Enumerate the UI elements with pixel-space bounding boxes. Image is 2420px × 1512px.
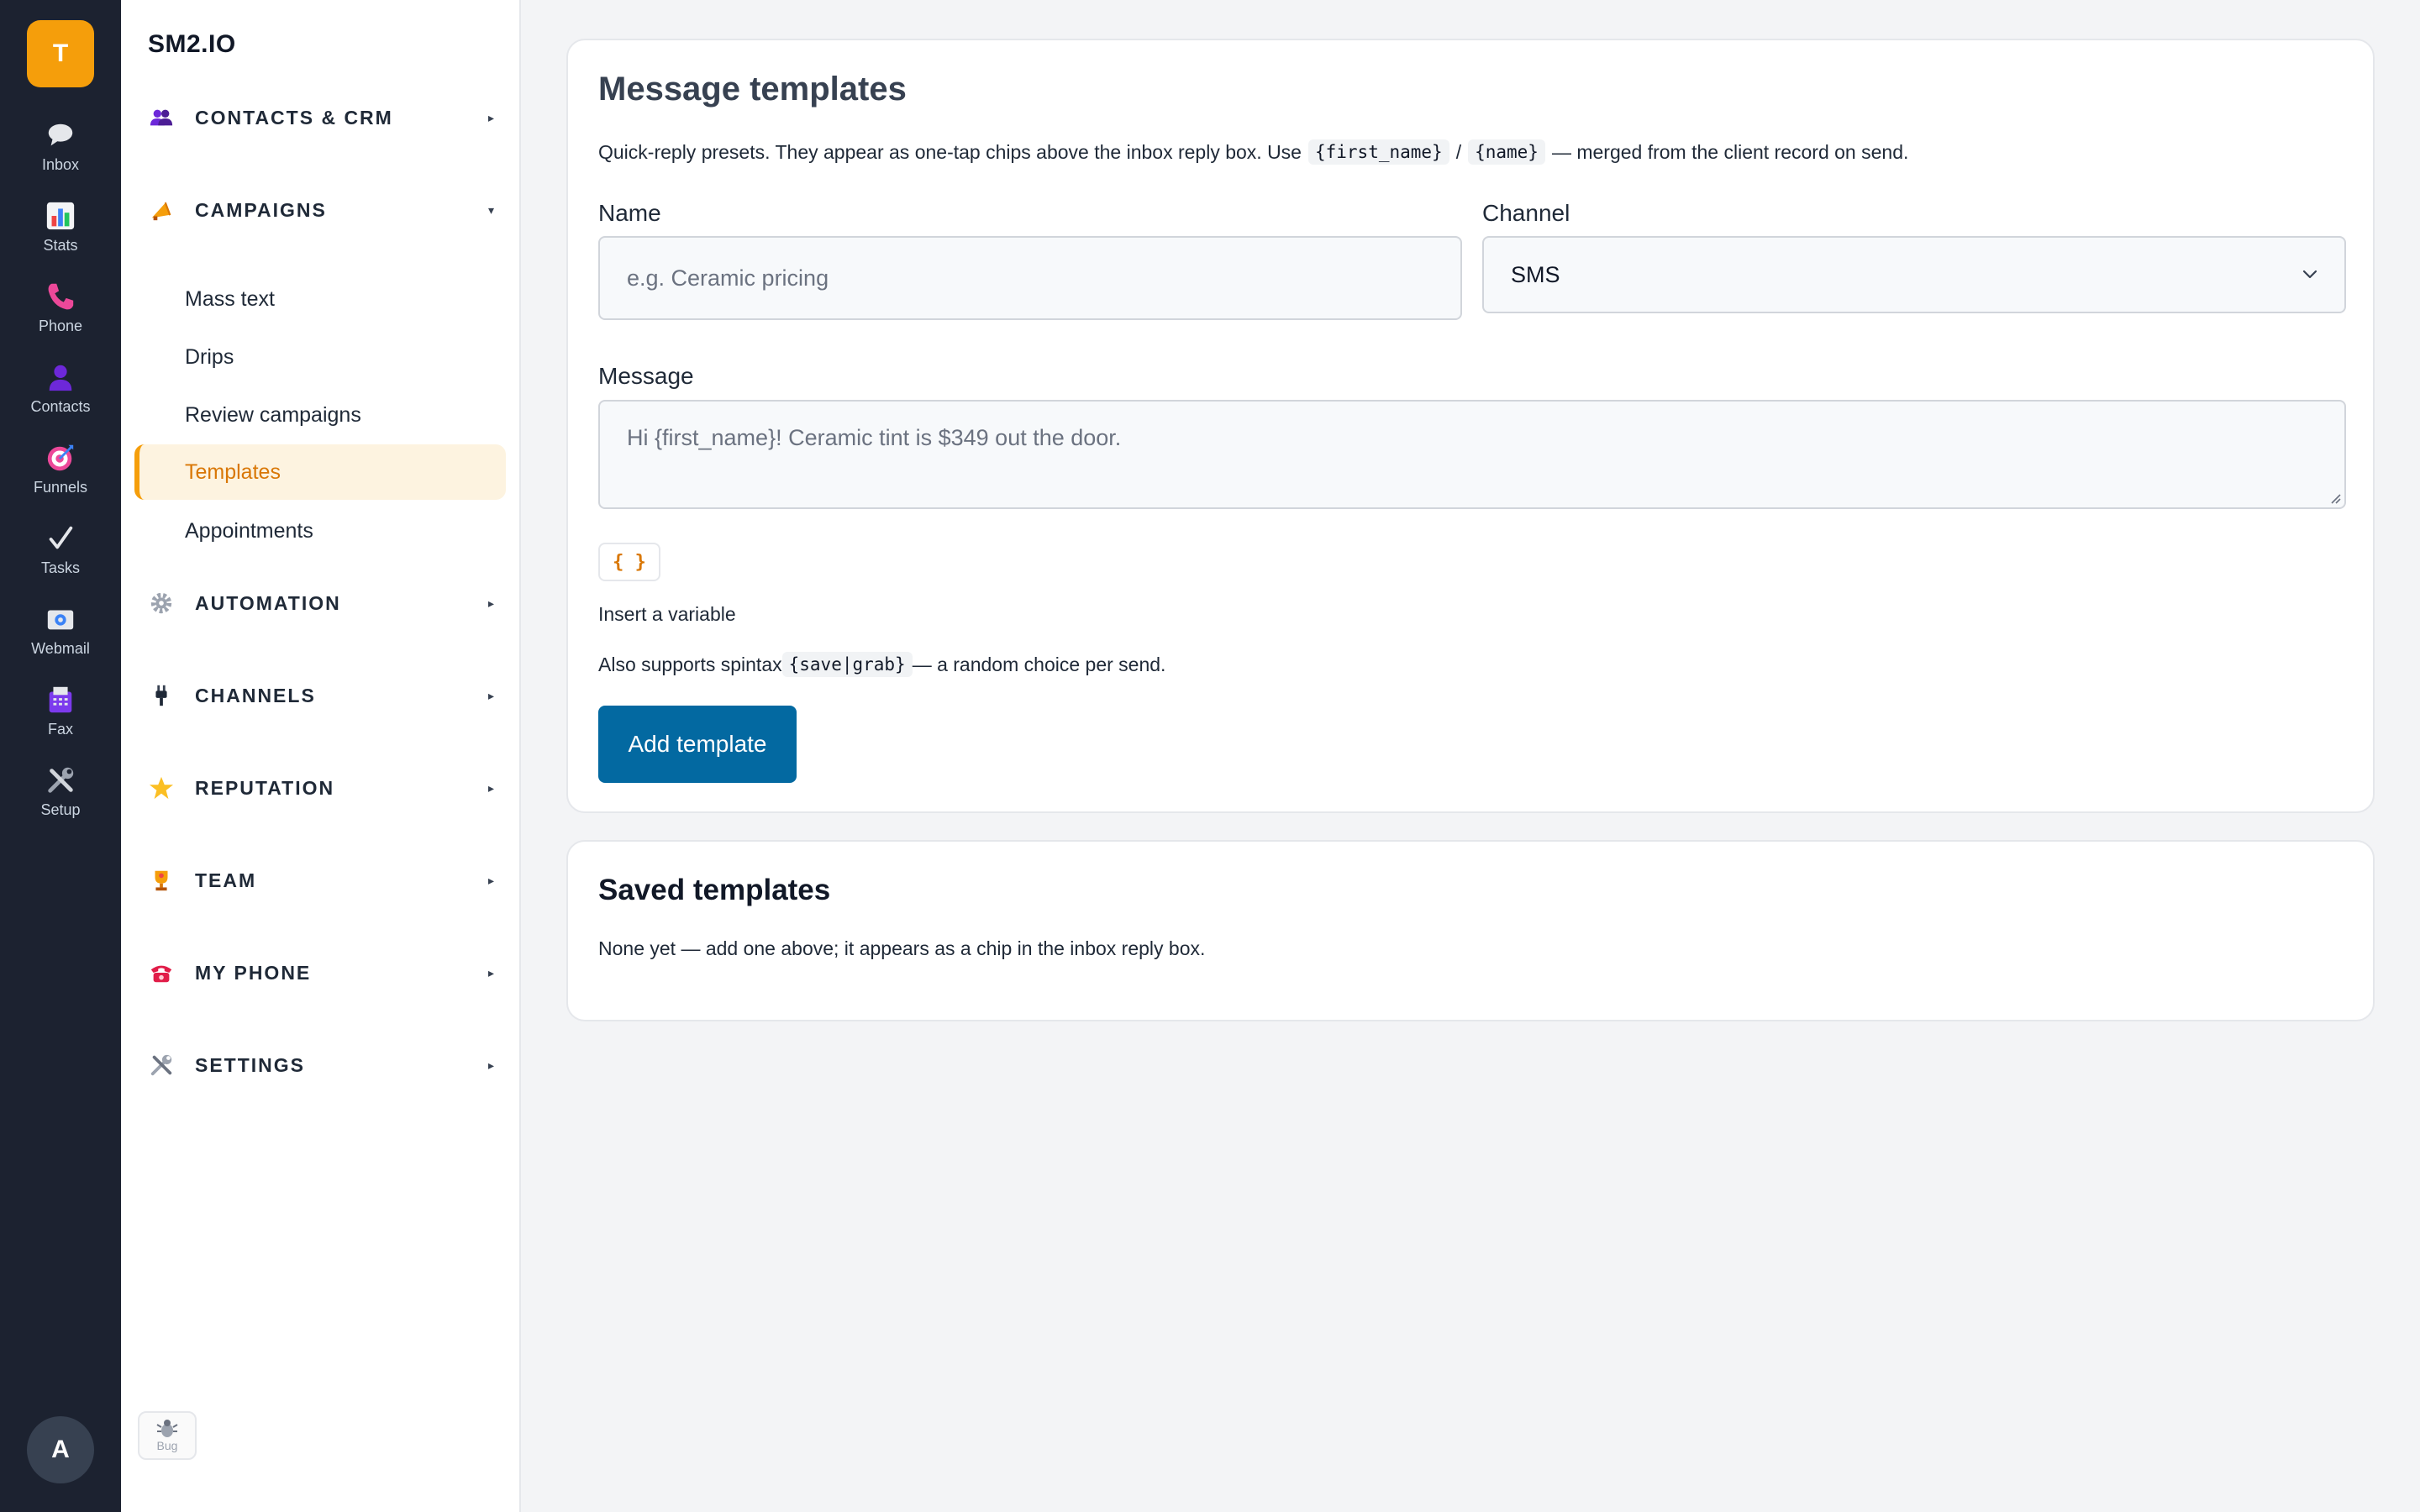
nav-item-appointments[interactable]: Appointments [134, 503, 506, 559]
saved-templates-card: Saved templates None yet — add one above… [566, 840, 2375, 1021]
rail-item-webmail[interactable]: Webmail [0, 590, 121, 670]
nav-section-my-phone[interactable]: MY PHONE ▸ [148, 948, 501, 998]
rail-item-label: Webmail [31, 639, 90, 657]
nav-section-label: CHANNELS [195, 684, 316, 706]
rail-item-label: Contacts [30, 397, 91, 415]
chat-bubble-icon [48, 123, 73, 145]
caret-right-icon: ▸ [487, 596, 494, 610]
name-input[interactable] [598, 236, 1462, 320]
rail-item-inbox[interactable]: Inbox [0, 106, 121, 186]
rail-item-tasks[interactable]: Tasks [0, 509, 121, 590]
spintax-hint: Also supports spintax {save|grab} — a ra… [598, 652, 1165, 677]
trophy-icon [148, 867, 175, 894]
insert-variable-text: Insert a variable [598, 603, 736, 625]
avatar[interactable]: A [27, 1416, 94, 1483]
page-title: Message templates [598, 71, 907, 108]
bug-icon [156, 1420, 178, 1437]
rail-item-setup[interactable]: Setup [0, 751, 121, 832]
message-textarea[interactable] [598, 400, 2346, 509]
rail-item-label: Tasks [40, 559, 80, 576]
rail-item-label: Inbox [41, 155, 80, 173]
rail-item-funnels[interactable]: Funnels [0, 428, 121, 509]
nav-panel: SM2.IO CONTACTS & CRM ▸ CAMPAIGNS ▾ Mass… [121, 0, 521, 1512]
caret-down-icon: ▾ [487, 202, 494, 217]
chevron-down-icon [2302, 270, 2317, 279]
bar-chart-icon [46, 202, 75, 229]
rail-item-label: Funnels [33, 478, 88, 496]
workspace-logo[interactable]: T [27, 20, 94, 87]
rail-item-phone[interactable]: Phone [0, 267, 121, 348]
person-icon [49, 365, 72, 391]
variable-code-first-name: {first_name} [1307, 139, 1449, 165]
nav-section-settings[interactable]: SETTINGS ▸ [148, 1040, 501, 1090]
telephone-icon [148, 959, 175, 986]
channel-select-value: SMS [1511, 261, 1560, 287]
tools-icon [48, 767, 74, 793]
add-template-button[interactable]: Add template [598, 706, 797, 783]
fax-icon [49, 686, 72, 712]
bug-label: Bug [156, 1439, 178, 1452]
nav-item-review-campaigns[interactable]: Review campaigns [134, 387, 506, 443]
template-form-card: Message templates Quick-reply presets. T… [566, 39, 2375, 813]
caret-right-icon: ▸ [487, 1058, 494, 1072]
nav-section-contacts-crm[interactable]: CONTACTS & CRM ▸ [148, 92, 501, 143]
variable-code-name: {name} [1468, 139, 1545, 165]
resize-handle-icon[interactable] [2328, 491, 2341, 504]
gear-icon [148, 590, 175, 617]
nav-section-channels[interactable]: CHANNELS ▸ [148, 670, 501, 721]
form-description: Quick-reply presets. They appear as one-… [598, 139, 1908, 165]
caret-right-icon: ▸ [487, 780, 494, 795]
nav-section-label: TEAM [195, 869, 257, 891]
rail-item-stats[interactable]: Stats [0, 186, 121, 267]
nav-section-label: SETTINGS [195, 1053, 306, 1076]
name-label: Name [598, 200, 661, 226]
spintax-text: Also supports spintax [598, 653, 782, 675]
channel-label: Channel [1482, 200, 1570, 226]
icon-rail: T Inbox Stats Phone Contacts Funnels Tas… [0, 0, 121, 1512]
brand-title: SM2.IO [148, 30, 236, 58]
description-text: Quick-reply presets. They appear as one-… [598, 140, 1302, 163]
nav-item-templates[interactable]: Templates [134, 444, 506, 500]
nav-section-reputation[interactable]: REPUTATION ▸ [148, 763, 501, 813]
people-icon [148, 104, 175, 131]
checkmark-icon [49, 526, 73, 549]
nav-section-team[interactable]: TEAM ▸ [148, 855, 501, 906]
channel-select[interactable]: SMS [1482, 236, 2346, 313]
nav-section-label: MY PHONE [195, 961, 312, 984]
insert-variable-button[interactable]: { } [598, 543, 660, 581]
caret-right-icon: ▸ [487, 688, 494, 702]
rail-item-label: Stats [43, 236, 78, 254]
phone-icon [48, 283, 74, 309]
separator-slash: / [1455, 140, 1462, 163]
caret-right-icon: ▸ [487, 965, 494, 979]
megaphone-icon [148, 197, 175, 223]
rail-item-label: Phone [38, 317, 83, 334]
caret-right-icon: ▸ [487, 110, 494, 124]
nav-item-drips[interactable]: Drips [134, 329, 506, 385]
nav-section-label: CONTACTS & CRM [195, 106, 393, 129]
rail-item-contacts[interactable]: Contacts [0, 348, 121, 428]
description-text-end: — merged from the client record on send. [1551, 140, 1909, 163]
empty-state-text: None yet — add one above; it appears as … [598, 937, 1206, 959]
rail-item-label: Fax [47, 720, 73, 738]
caret-right-icon: ▸ [487, 873, 494, 887]
saved-templates-title: Saved templates [598, 874, 831, 906]
rail-item-label: Setup [40, 801, 81, 818]
bug-report-button[interactable]: Bug [138, 1411, 197, 1460]
spintax-code: {save|grab} [781, 652, 913, 677]
nav-section-campaigns[interactable]: CAMPAIGNS ▾ [148, 185, 501, 235]
message-label: Message [598, 363, 694, 389]
nav-section-label: REPUTATION [195, 776, 335, 799]
target-icon [47, 444, 74, 470]
mail-icon [47, 610, 74, 629]
tools-icon [148, 1052, 175, 1079]
nav-section-label: AUTOMATION [195, 591, 341, 614]
nav-item-mass-text[interactable]: Mass text [134, 271, 506, 327]
rail-item-fax[interactable]: Fax [0, 670, 121, 751]
nav-section-label: CAMPAIGNS [195, 198, 327, 221]
star-icon [148, 774, 175, 801]
plug-icon [148, 682, 175, 709]
spintax-text-end: — a random choice per send. [912, 653, 1166, 675]
nav-section-automation[interactable]: AUTOMATION ▸ [148, 578, 501, 628]
